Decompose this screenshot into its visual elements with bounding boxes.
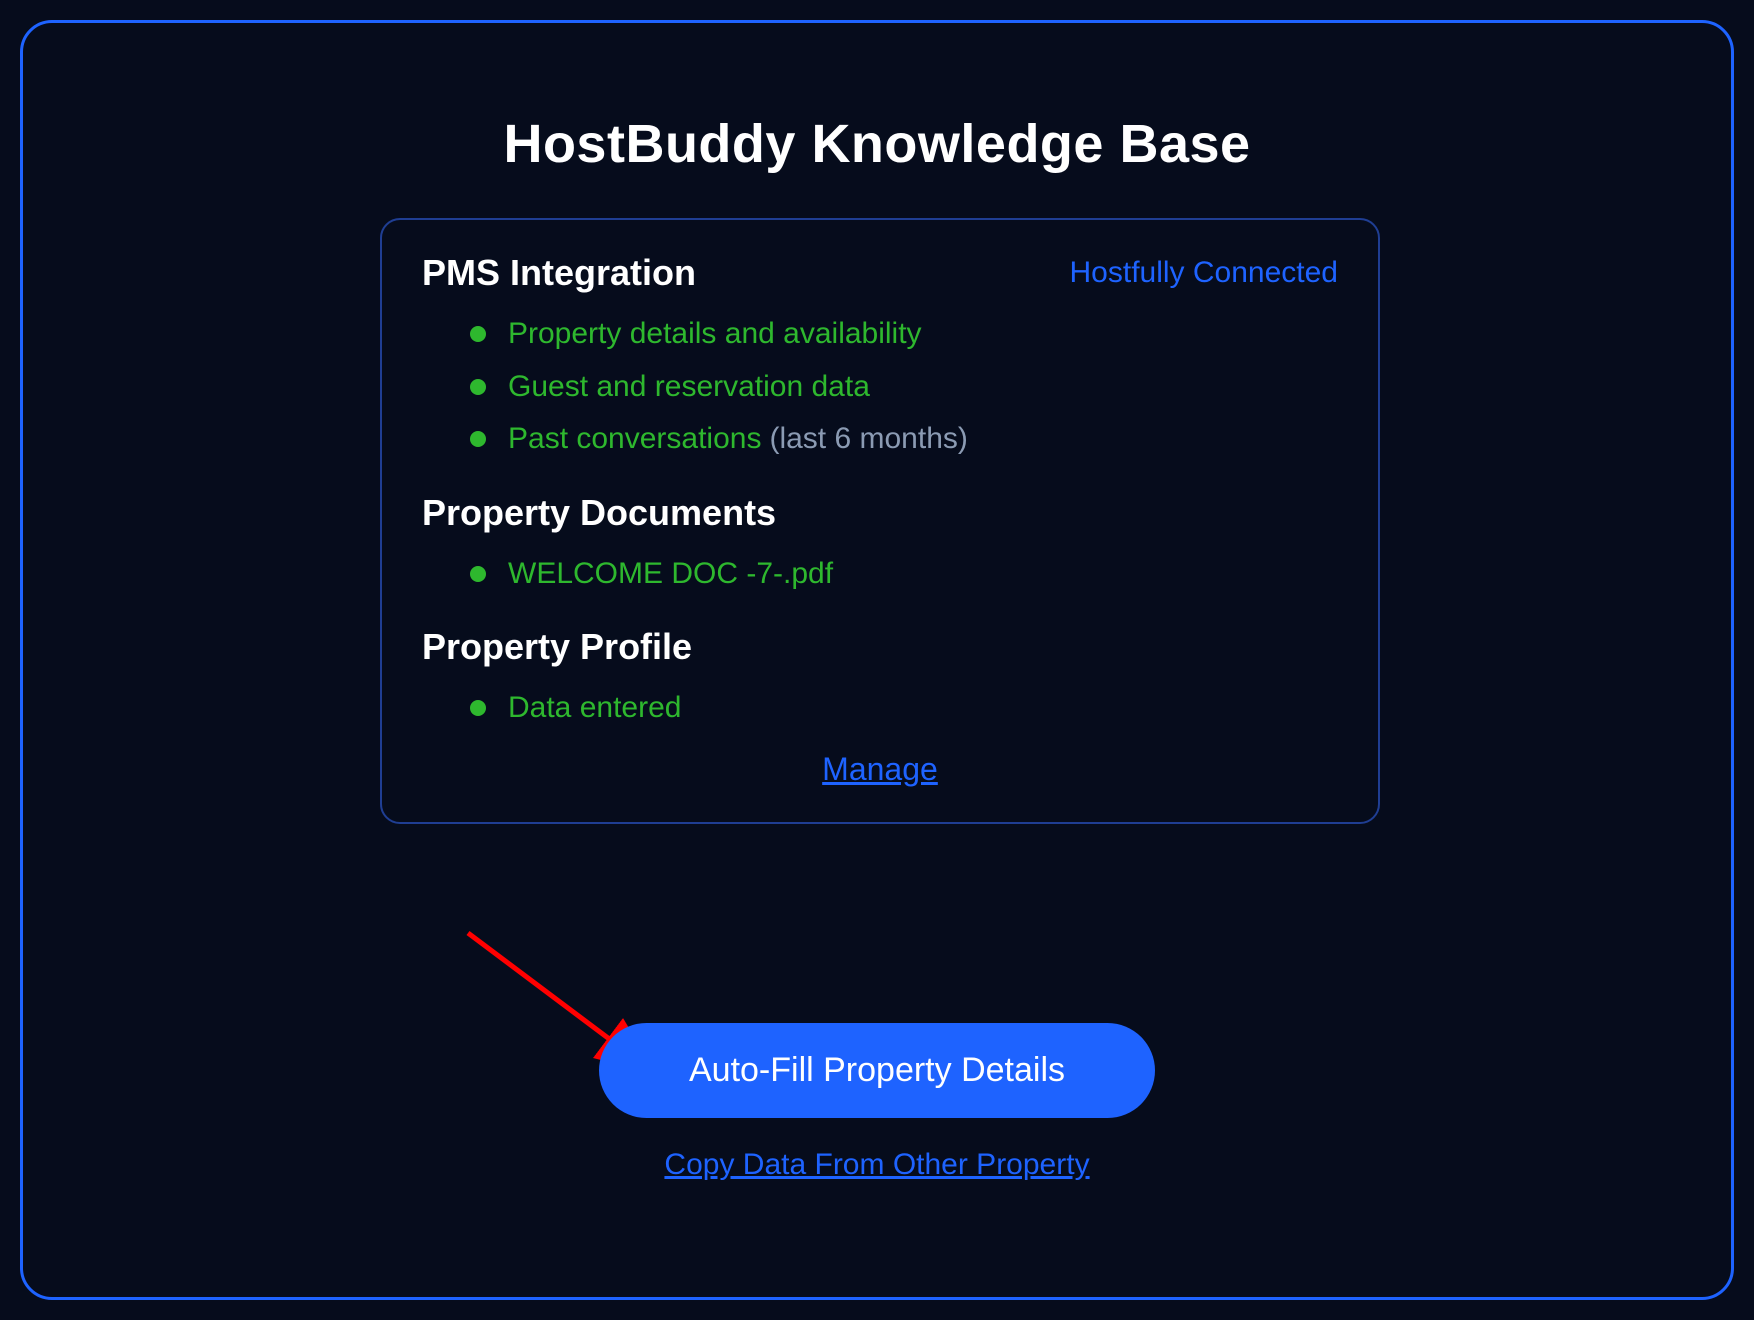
list-item-label: Property details and availability xyxy=(508,308,922,361)
pms-list: Property details and availability Guest … xyxy=(422,308,1338,466)
pms-status[interactable]: Hostfully Connected xyxy=(1070,256,1338,290)
list-item: Data entered xyxy=(470,682,1338,735)
status-dot-icon xyxy=(470,566,486,582)
status-dot-icon xyxy=(470,326,486,342)
auto-fill-button[interactable]: Auto-Fill Property Details xyxy=(599,1023,1155,1118)
list-item: Guest and reservation data xyxy=(470,361,1338,414)
manage-link[interactable]: Manage xyxy=(422,751,1338,788)
page-title: HostBuddy Knowledge Base xyxy=(23,113,1731,175)
list-item-suffix: (last 6 months) xyxy=(769,413,967,466)
copy-data-link[interactable]: Copy Data From Other Property xyxy=(664,1148,1089,1182)
knowledge-base-card: PMS Integration Hostfully Connected Prop… xyxy=(380,218,1380,824)
status-dot-icon xyxy=(470,431,486,447)
list-item: Past conversations (last 6 months) xyxy=(470,413,1338,466)
list-item-label: Past conversations xyxy=(508,413,761,466)
pms-heading: PMS Integration xyxy=(422,252,696,294)
list-item: WELCOME DOC -7-.pdf xyxy=(470,548,1338,601)
pms-header-row: PMS Integration Hostfully Connected xyxy=(422,252,1338,308)
cta-area: Auto-Fill Property Details Copy Data Fro… xyxy=(23,1023,1731,1182)
list-item-label: WELCOME DOC -7-.pdf xyxy=(508,548,833,601)
status-dot-icon xyxy=(470,700,486,716)
list-item-label: Guest and reservation data xyxy=(508,361,870,414)
profile-list: Data entered xyxy=(422,682,1338,735)
list-item-label: Data entered xyxy=(508,682,681,735)
status-dot-icon xyxy=(470,379,486,395)
knowledge-base-panel: HostBuddy Knowledge Base PMS Integration… xyxy=(20,20,1734,1300)
profile-heading: Property Profile xyxy=(422,626,1338,668)
docs-list: WELCOME DOC -7-.pdf xyxy=(422,548,1338,601)
list-item: Property details and availability xyxy=(470,308,1338,361)
docs-heading: Property Documents xyxy=(422,492,1338,534)
